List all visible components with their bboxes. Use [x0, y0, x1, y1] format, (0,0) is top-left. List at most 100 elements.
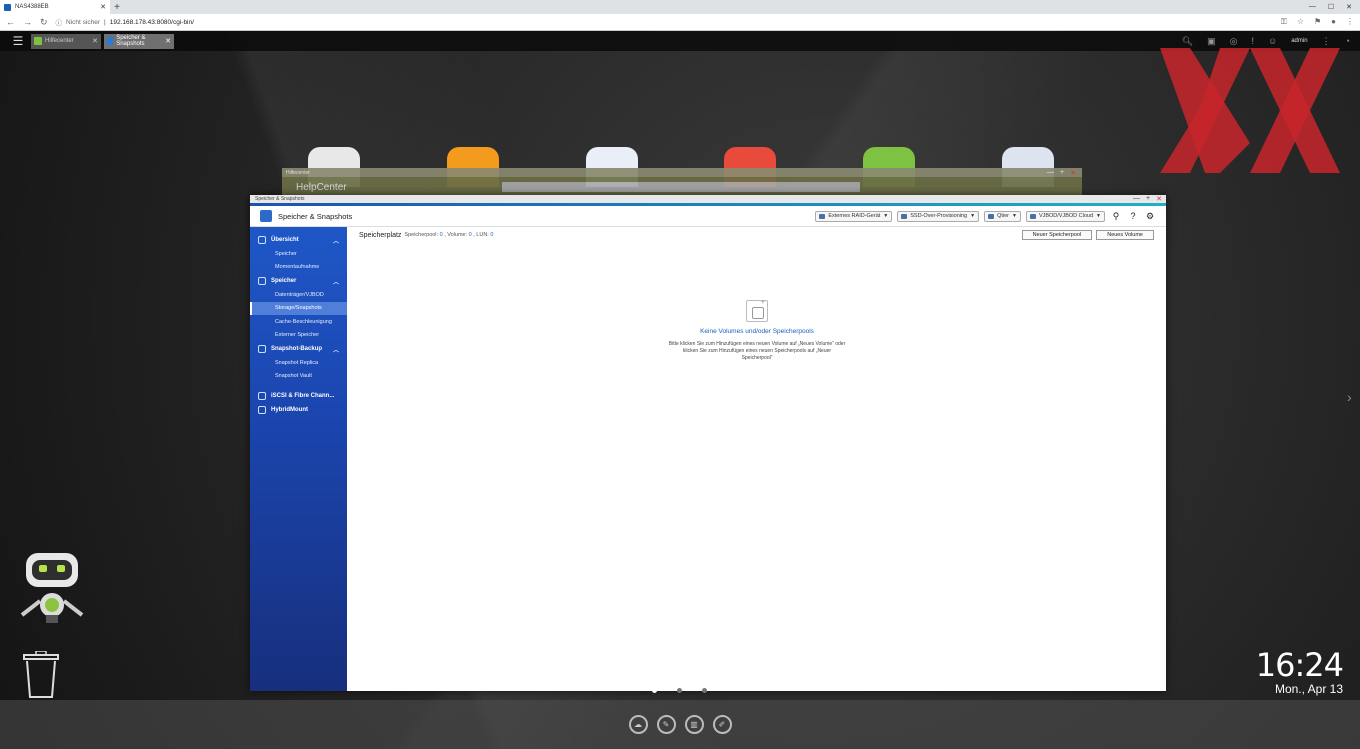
dashboard-icon[interactable]: ◔ [1345, 36, 1350, 46]
address-bar: ← → ↻ ⓘ Nicht sicher | 192.168.178.43:80… [0, 14, 1360, 31]
search-icon[interactable]: ⚲ [1110, 211, 1122, 222]
desktop-pager [652, 688, 707, 693]
minimize-icon[interactable]: — [1309, 3, 1316, 11]
qts-taskbar: ☰ Hilfecenter ✕ Speicher & Snapshots ✕ 🔍… [0, 31, 1360, 51]
empty-state-title[interactable]: Keine Volumes und/oder Speicherpools [667, 328, 847, 335]
forward-icon[interactable]: → [23, 17, 32, 27]
sidebar-group-snapshot-backup[interactable]: Snapshot-Backup ︿ [250, 342, 347, 356]
helpcenter-titlebar: Hilfecenter — + ✕ [282, 168, 1082, 177]
sidebar-group-overview[interactable]: Übersicht ︿ [250, 233, 347, 247]
info-icon[interactable]: ⓘ [56, 17, 63, 27]
cloud-icon[interactable]: ☁ [628, 715, 648, 734]
app-header: Speicher & Snapshots Externes RAID-Gerät… [250, 206, 1166, 227]
close-tab-icon[interactable]: ✕ [100, 3, 106, 11]
task-tab-storage[interactable]: Speicher & Snapshots ✕ [104, 33, 174, 49]
new-storage-pool-button[interactable]: Neuer Speicherpool [1021, 230, 1093, 240]
window-controls: — ☐ ✕ [1309, 3, 1360, 11]
close-window-icon[interactable]: ✕ [1346, 3, 1352, 11]
hybridmount-icon [258, 406, 266, 414]
browser-actions: ⚿ ☆ ⚑ ● ⋮ [1281, 17, 1354, 27]
security-label: Nicht sicher [66, 18, 101, 26]
empty-state: + Keine Volumes und/oder Speicherpools B… [667, 299, 847, 362]
tools-icon[interactable]: ✎ [656, 715, 676, 734]
qnap-favicon-icon [4, 3, 11, 11]
key-icon[interactable]: ⚿ [1281, 17, 1287, 27]
page-dot[interactable] [677, 688, 682, 693]
bottom-dock: ☁ ✎ ▥ ✐ [0, 700, 1360, 749]
minimize-icon[interactable]: — [1047, 169, 1054, 177]
sidebar-item-storage[interactable]: Speicher [250, 247, 347, 261]
page-dot[interactable] [652, 688, 657, 693]
sidebar-group-hybridmount[interactable]: HybridMount [250, 403, 347, 417]
qtier-button[interactable]: Qtier ▼ [984, 210, 1021, 222]
close-icon[interactable]: ✕ [1070, 169, 1076, 177]
task-tab-helpcenter[interactable]: Hilfecenter ✕ [31, 33, 101, 49]
ssd-over-provisioning-button[interactable]: SSD-Over-Provisioning ▼ [897, 210, 980, 222]
back-icon[interactable]: ← [6, 17, 15, 27]
maximize-icon[interactable]: + [1146, 195, 1150, 203]
storage-app-icon [107, 37, 114, 45]
columns-icon[interactable]: ▥ [684, 715, 704, 734]
task-tab-label: Speicher & Snapshots [116, 35, 146, 47]
menu-dots-icon[interactable]: ⋮ [1346, 17, 1354, 27]
helpcenter-search-input[interactable] [502, 182, 860, 192]
sidebar-item-disks[interactable]: Datenträger/VJBOD [250, 288, 347, 302]
add-volume-icon: + [746, 299, 768, 322]
maximize-icon[interactable]: + [1060, 169, 1064, 177]
background-tasks-icon[interactable]: ▣ [1207, 36, 1216, 47]
main-menu-icon[interactable]: ☰ [8, 34, 28, 48]
close-task-icon[interactable]: ✕ [92, 37, 98, 45]
chevron-up-icon: ︿ [332, 347, 339, 354]
page-dot[interactable] [702, 688, 707, 693]
user-icon[interactable]: ☺ [1268, 36, 1277, 46]
sidebar-item-cache[interactable]: Cache-Beschleunigung [250, 315, 347, 329]
help-icon[interactable]: ? [1127, 211, 1139, 221]
sidebar-item-storage-snapshots[interactable]: Storage/Snapshots [250, 301, 347, 315]
extension-icon[interactable]: ⚑ [1314, 17, 1321, 27]
url-field[interactable]: ⓘ Nicht sicher | 192.168.178.43:8080/cgi… [56, 17, 194, 28]
vjbod-icon [1029, 213, 1036, 219]
maximize-icon[interactable]: ☐ [1328, 3, 1334, 11]
browser-tab-bar: NAS4388EB ✕ + — ☐ ✕ [0, 0, 1360, 14]
browser-tab[interactable]: NAS4388EB ✕ [0, 0, 110, 14]
sidebar-item-snapshot[interactable]: Momentaufnahme [250, 261, 347, 275]
reload-icon[interactable]: ↻ [40, 17, 48, 28]
notes-icon[interactable]: ✐ [712, 715, 732, 734]
storage-summary: Speicherpool: 0 , Volume: 0 , LUN: 0 [404, 232, 494, 238]
sidebar-group-storage[interactable]: Speicher ︿ [250, 274, 347, 288]
more-icon[interactable]: ⋮ [1322, 36, 1331, 47]
qtier-icon [988, 213, 995, 219]
task-tab-label: Hilfecenter [45, 38, 74, 44]
raid-icon [819, 213, 826, 219]
new-volume-button[interactable]: Neues Volume [1096, 230, 1154, 240]
notification-icon[interactable]: ! [1252, 36, 1255, 46]
star-icon[interactable]: ☆ [1297, 17, 1304, 27]
minimize-icon[interactable]: — [1133, 195, 1140, 203]
settings-icon[interactable]: ⚙ [1144, 211, 1156, 222]
chevron-down-icon: ▼ [1011, 213, 1017, 219]
profile-icon[interactable]: ● [1331, 17, 1336, 27]
sidebar-item-external[interactable]: Externer Speicher [250, 329, 347, 343]
sidebar-item-replica[interactable]: Snapshot Replica [250, 356, 347, 370]
qboost-robot-icon[interactable] [18, 551, 86, 623]
user-name[interactable]: admin [1291, 38, 1307, 44]
desktop-clock: 16:24 Mon., Apr 13 [1200, 646, 1344, 696]
close-task-icon[interactable]: ✕ [165, 37, 171, 45]
backup-icon [258, 345, 266, 353]
clock-date: Mon., Apr 13 [1274, 682, 1343, 696]
sidebar-group-iscsi[interactable]: iSCSI & Fibre Chann... [250, 389, 347, 403]
qts-desktop: ☰ Hilfecenter ✕ Speicher & Snapshots ✕ 🔍… [0, 31, 1360, 749]
sidebar-item-vault[interactable]: Snapshot Vault [250, 370, 347, 384]
app-title: Speicher & Snapshots [278, 211, 353, 221]
helpcenter-icon [34, 37, 42, 45]
empty-state-description: Bitte klicken Sie zum Hinzufügen eines n… [668, 341, 846, 361]
vjbod-button[interactable]: VJBOD/VJBOD Cloud ▼ [1025, 210, 1105, 222]
storage-snapshots-window: Speicher & Snapshots — + ✕ Speicher & Sn… [250, 195, 1166, 691]
chevron-right-icon[interactable]: › [1347, 389, 1352, 405]
trash-icon[interactable] [22, 651, 60, 699]
close-icon[interactable]: ✕ [1156, 195, 1162, 203]
external-device-icon[interactable]: ◎ [1230, 36, 1238, 47]
search-icon[interactable]: 🔍︎ [1182, 36, 1193, 47]
external-raid-button[interactable]: Externes RAID-Gerät ▼ [815, 210, 893, 222]
new-tab-button[interactable]: + [110, 2, 124, 13]
